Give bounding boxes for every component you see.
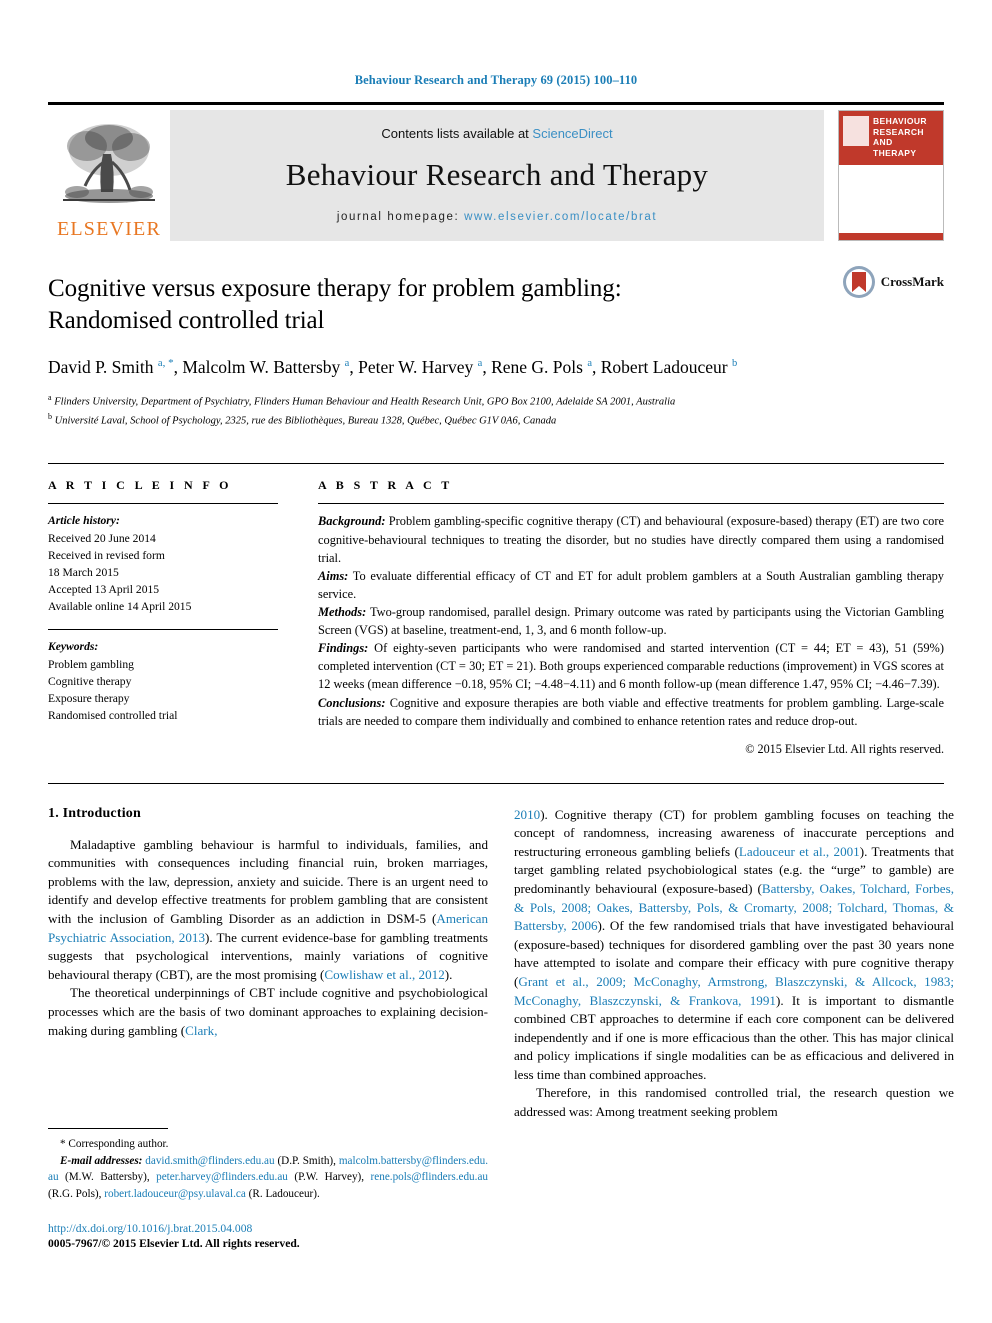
email-link: robert.ladouceur@psy.ulaval.ca (104, 1187, 246, 1200)
abstract-section: Background: Problem gambling-specific co… (318, 514, 944, 565)
elsevier-tree-icon (63, 124, 155, 203)
affiliation-a-text: Flinders University, Department of Psych… (54, 396, 676, 408)
intro-left-paragraphs: Maladaptive gambling behaviour is harmfu… (48, 836, 488, 1040)
info-abstract-region: A R T I C L E I N F O Article history: R… (48, 463, 944, 756)
article-history-item: Available online 14 April 2015 (48, 600, 192, 614)
cover-elsevier-mark-icon (843, 116, 869, 146)
abstract-section: Conclusions: Cognitive and exposure ther… (318, 695, 944, 728)
body-divider (48, 782, 944, 784)
article-history-items: Received 20 June 2014 Received in revised… (48, 530, 278, 616)
article-history-label: Article history: (48, 514, 120, 528)
body-columns: 1. Introduction Maladaptive gambling beh… (48, 806, 954, 1122)
abstract-section: Findings: Of eighty-seven participants w… (318, 641, 944, 692)
affiliation-b: b Université Laval, School of Psychology… (48, 411, 557, 427)
footnote-block: * Corresponding author. E-mail addresses… (48, 1128, 488, 1250)
doi-link[interactable]: http://dx.doi.org/10.1016/j.brat.2015.04… (48, 1222, 488, 1235)
issn-copyright-line: 0005-7967/© 2015 Elsevier Ltd. All right… (48, 1236, 300, 1250)
introduction-heading: 1. Introduction (48, 805, 141, 821)
abstract-section-label: Methods: (318, 604, 367, 619)
abstract-copyright: © 2015 Elsevier Ltd. All rights reserved… (745, 741, 944, 756)
cover-title-line-1: BEHAVIOUR (873, 116, 927, 126)
elsevier-wordmark: ELSEVIER (56, 218, 162, 240)
citation-link: Grant et al., 2009; McConaghy, Armstrong… (514, 973, 954, 1008)
body-paragraph: 2010). Cognitive therapy (CT) for proble… (514, 806, 955, 1082)
body-paragraph: Therefore, in this randomised controlled… (514, 1085, 954, 1119)
abstract-section-label: Aims: (318, 568, 349, 583)
contents-available-line: Contents lists available at ScienceDirec… (381, 126, 612, 141)
cover-header-band: BEHAVIOUR RESEARCH AND THERAPY (839, 111, 943, 165)
journal-homepage-url[interactable]: www.elsevier.com/locate/brat (464, 211, 657, 223)
article-history-item: Received in revised form (48, 548, 165, 562)
running-head: Behaviour Research and Therapy 69 (2015)… (354, 73, 638, 87)
footnote-rule (48, 1128, 168, 1129)
keyword-item: Problem gambling (48, 657, 134, 671)
abstract-section-label: Background: (318, 514, 386, 529)
affiliation-a: a Flinders University, Department of Psy… (48, 392, 676, 408)
citation-link: Cowlishaw et al., 2012 (324, 966, 445, 982)
body-column-left: 1. Introduction Maladaptive gambling beh… (48, 806, 488, 1122)
crossmark-icon (842, 266, 875, 298)
abstract-body: Background: Problem gambling-specific co… (318, 512, 944, 729)
abstract-divider (318, 503, 944, 505)
abstract-section: Aims: To evaluate differential efficacy … (318, 568, 944, 601)
journal-article-page: Behaviour Research and Therapy 69 (2015)… (0, 0, 992, 1323)
article-info-column: A R T I C L E I N F O Article history: R… (48, 478, 278, 756)
journal-cover-thumbnail[interactable]: BEHAVIOUR RESEARCH AND THERAPY (838, 110, 944, 241)
email-addresses-label: E-mail addresses: (60, 1155, 143, 1168)
journal-masthead: ELSEVIER Contents lists available at Sci… (48, 102, 944, 241)
masthead-center-panel: Contents lists available at ScienceDirec… (170, 110, 824, 241)
keyword-item: Exposure therapy (48, 691, 130, 705)
corresponding-author-note: * Corresponding author. (60, 1138, 169, 1150)
citation-link: 2010 (514, 806, 541, 822)
keyword-item: Cognitive therapy (48, 674, 132, 688)
sciencedirect-link[interactable]: ScienceDirect (532, 126, 612, 141)
citation-link: American Psychiatric Association, 2013 (48, 911, 488, 945)
citation-link: Clark, (185, 1022, 218, 1038)
affiliation-b-text: Université Laval, School of Psychology, … (54, 415, 557, 427)
body-paragraph: The theoretical underpinnings of CBT inc… (48, 985, 488, 1038)
journal-title: Behaviour Research and Therapy (285, 157, 709, 192)
citation-link: Ladouceur et al., 2001 (738, 843, 860, 859)
page-title: Cognitive versus exposure therapy for pr… (48, 275, 622, 334)
article-info-divider-mid (48, 629, 278, 631)
abstract-column: A B S T R A C T Background: Problem gamb… (318, 478, 944, 756)
elsevier-logo: ELSEVIER (48, 110, 170, 241)
article-history-item: 18 March 2015 (48, 565, 119, 579)
article-title-block: CrossMark Cognitive versus exposure ther… (48, 266, 944, 430)
email-addresses-note: E-mail addresses: david.smith@flinders.e… (48, 1153, 488, 1202)
article-info-divider-top (48, 503, 278, 505)
email-link: rene.pols@flinders.edu.au (370, 1171, 489, 1184)
crossmark-label: CrossMark (880, 274, 944, 289)
email-link: david.smith@flinders.edu.au (145, 1155, 275, 1168)
article-history-group: Article history: Received 20 June 2014 Re… (48, 512, 278, 615)
cover-blank-area (839, 165, 943, 233)
keywords-group: Keywords: Problem gambling Cognitive ther… (48, 638, 278, 724)
article-info-heading: A R T I C L E I N F O (48, 478, 232, 493)
body-paragraph: Maladaptive gambling behaviour is harmfu… (48, 836, 488, 982)
contents-prefix-text: Contents lists available at (381, 126, 533, 141)
abstract-section-label: Findings: (318, 641, 369, 656)
abstract-section-label: Conclusions: (318, 695, 386, 710)
keyword-item: Randomised controlled trial (48, 708, 178, 722)
abstract-section: Methods: Two-group randomised, parallel … (318, 604, 944, 638)
email-link: peter.harvey@flinders.edu.au (156, 1171, 288, 1184)
article-history-item: Received 20 June 2014 (48, 531, 156, 545)
cover-title-line-3: THERAPY (873, 147, 917, 158)
journal-homepage-line: journal homepage: www.elsevier.com/locat… (337, 211, 657, 223)
intro-right-paragraphs: 2010). Cognitive therapy (CT) for proble… (514, 806, 954, 1122)
abstract-heading: A B S T R A C T (318, 478, 453, 493)
affiliations: a Flinders University, Department of Psy… (48, 392, 944, 430)
author-list: David P. Smith a, *, Malcolm W. Battersb… (48, 356, 738, 377)
doi-block: http://dx.doi.org/10.1016/j.brat.2015.04… (48, 1222, 488, 1250)
article-history-item: Accepted 13 April 2015 (48, 583, 160, 597)
cover-footer-band (839, 233, 943, 240)
citation-link: Battersby, Oakes, Tolchard, Forbes, & Po… (514, 881, 954, 934)
keywords-items: Problem gambling Cognitive therapy Exposur… (48, 656, 278, 725)
cover-title-text: BEHAVIOUR RESEARCH AND THERAPY (873, 116, 939, 165)
keywords-label: Keywords: (48, 640, 99, 654)
body-column-right: 2010). Cognitive therapy (CT) for proble… (514, 806, 954, 1122)
crossmark-badge[interactable]: CrossMark (842, 265, 944, 299)
cover-title-line-2: RESEARCH AND (873, 126, 924, 148)
homepage-prefix-text: journal homepage: (336, 211, 465, 223)
